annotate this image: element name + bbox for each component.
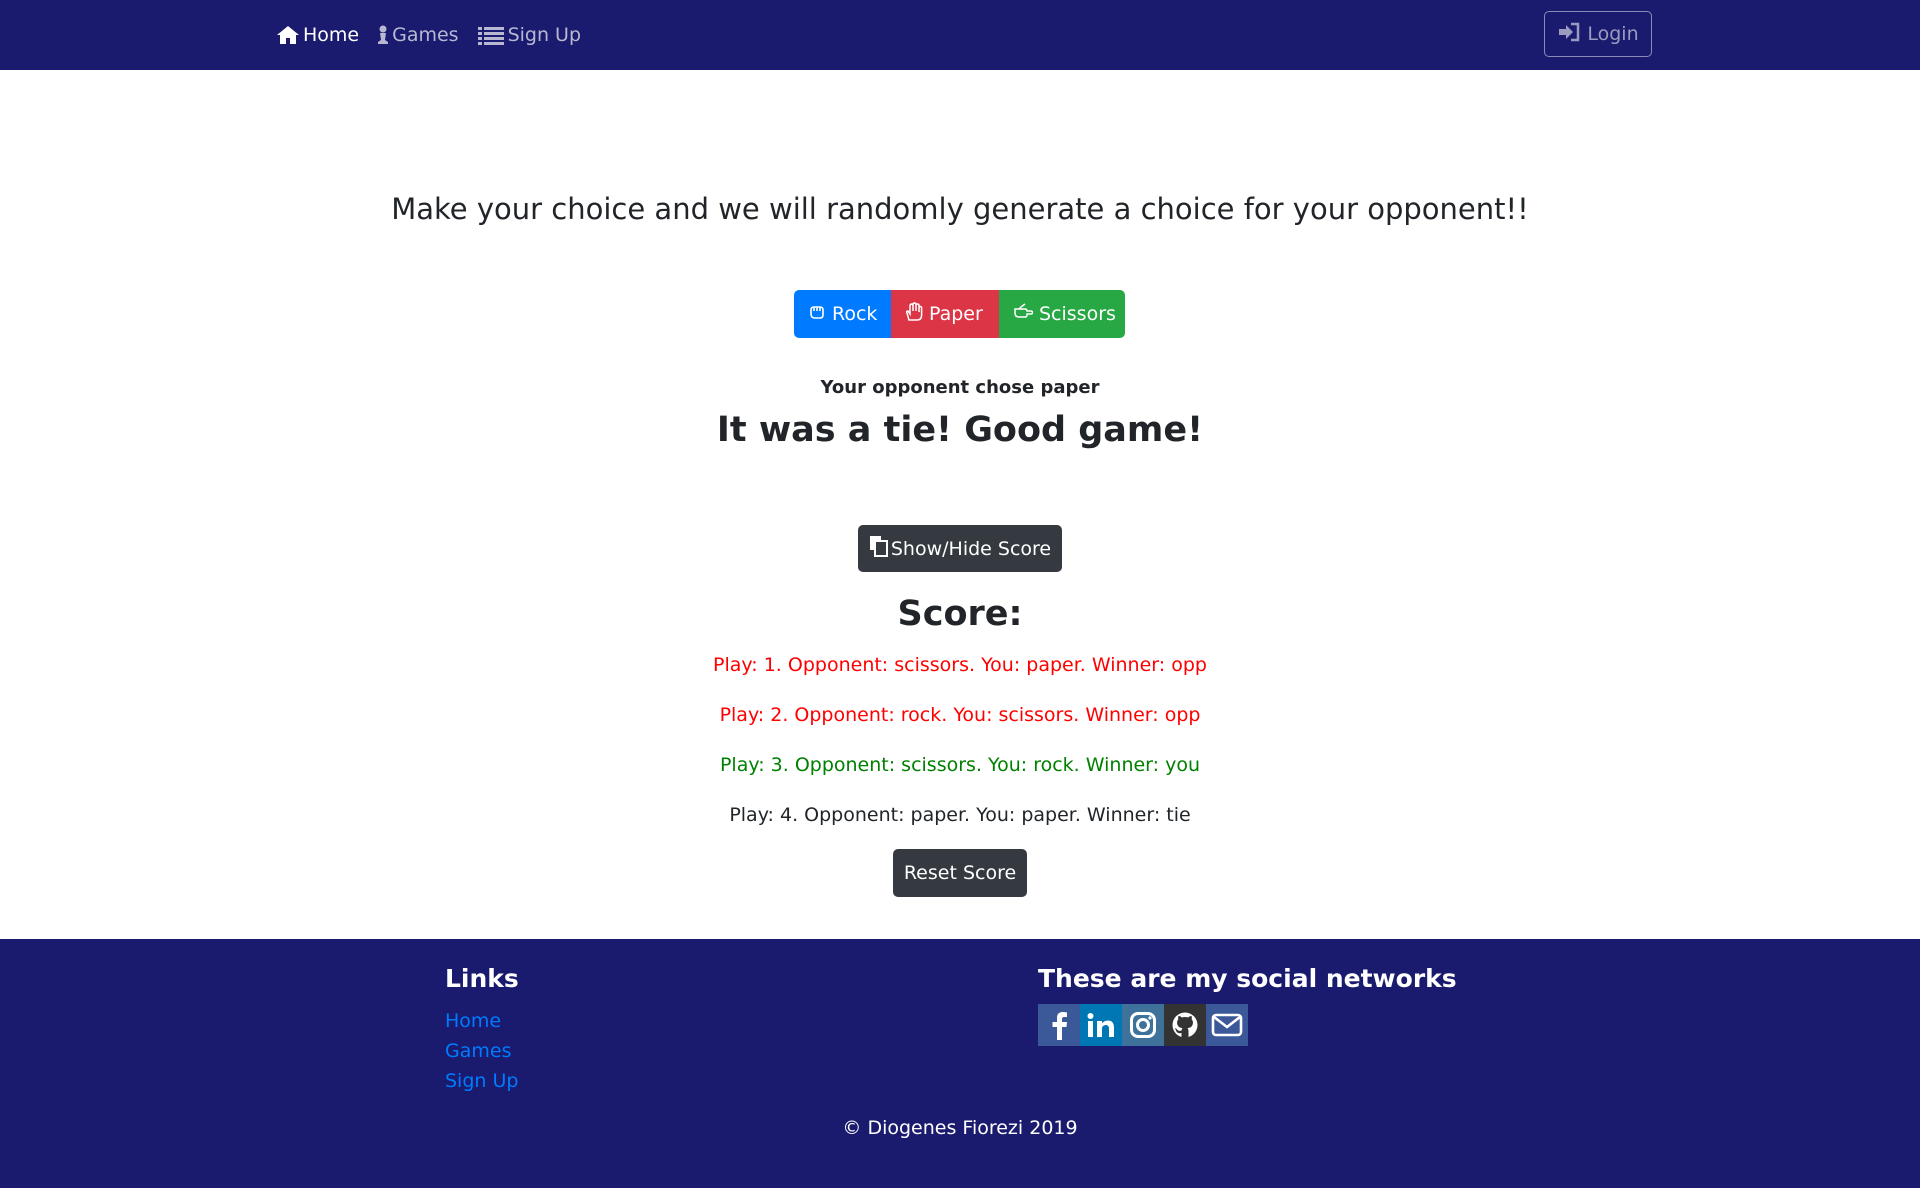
hand-paper-icon (905, 301, 923, 327)
nav-link-label: Home (303, 24, 360, 46)
page-headline: Make your choice and we will randomly ge… (391, 192, 1529, 226)
facebook-icon[interactable] (1038, 1004, 1080, 1046)
navbar: Home Games Sign Up Login (0, 0, 1920, 70)
home-icon (276, 24, 300, 46)
footer-links: Home Games Sign Up (445, 1006, 518, 1096)
rock-button[interactable]: Rock (794, 290, 891, 338)
copy-icon (869, 535, 889, 562)
hand-rock-icon (808, 303, 826, 326)
list-icon (477, 24, 505, 46)
score-line: Play: 4. Opponent: paper. You: paper. Wi… (729, 804, 1191, 826)
footer-link-games[interactable]: Games (445, 1036, 518, 1066)
nav-link-home[interactable]: Home (276, 24, 359, 46)
linkedin-icon[interactable] (1080, 1004, 1122, 1046)
copyright-text: © Diogenes Fiorezi 2019 (842, 1117, 1078, 1139)
instagram-icon[interactable] (1122, 1004, 1164, 1046)
nav-link-sign-up[interactable]: Sign Up (477, 24, 581, 46)
score-list: Play: 1. Opponent: scissors. You: paper.… (0, 654, 1920, 854)
opponent-choice-text: Your opponent chose paper (820, 377, 1100, 398)
footer-links-title: Links (445, 964, 519, 993)
scissors-button[interactable]: Scissors (999, 290, 1125, 338)
social-title: These are my social networks (1038, 964, 1457, 993)
nav-link-label: Games (392, 24, 459, 46)
social-icons (1038, 1004, 1248, 1046)
game-result: It was a tie! Good game! (716, 410, 1204, 450)
footer: Links Home Games Sign Up These are my so… (0, 939, 1920, 1188)
footer-link-sign-up[interactable]: Sign Up (445, 1066, 518, 1096)
score-line: Play: 3. Opponent: scissors. You: rock. … (719, 754, 1201, 776)
scissors-button-label: Scissors (1039, 303, 1116, 325)
login-label: Login (1587, 23, 1639, 45)
login-button[interactable]: Login (1544, 11, 1652, 57)
show-hide-score-button[interactable]: Show/Hide Score (858, 525, 1062, 572)
reset-score-button[interactable]: Reset Score (893, 849, 1027, 897)
nav-link-games[interactable]: Games (377, 24, 459, 46)
nav-link-label: Sign Up (507, 24, 582, 46)
main-content: Make your choice and we will randomly ge… (0, 70, 1920, 939)
paper-button[interactable]: Paper (891, 290, 999, 338)
score-line: Play: 2. Opponent: rock. You: scissors. … (719, 704, 1201, 726)
score-line: Play: 1. Opponent: scissors. You: paper.… (713, 654, 1207, 676)
show-hide-score-label: Show/Hide Score (890, 537, 1052, 560)
footer-link-home[interactable]: Home (445, 1006, 518, 1036)
envelope-icon[interactable] (1206, 1004, 1248, 1046)
hand-scissors-icon (1013, 302, 1034, 326)
choice-button-group: Rock Paper Scissors (794, 290, 1125, 338)
rock-button-label: Rock (832, 303, 878, 325)
nav-links: Home Games Sign Up (276, 0, 581, 70)
paper-button-label: Paper (929, 303, 983, 325)
sign-in-icon (1557, 21, 1581, 48)
score-title: Score: (897, 594, 1023, 634)
chess-pawn-icon (377, 24, 389, 46)
github-icon[interactable] (1164, 1004, 1206, 1046)
